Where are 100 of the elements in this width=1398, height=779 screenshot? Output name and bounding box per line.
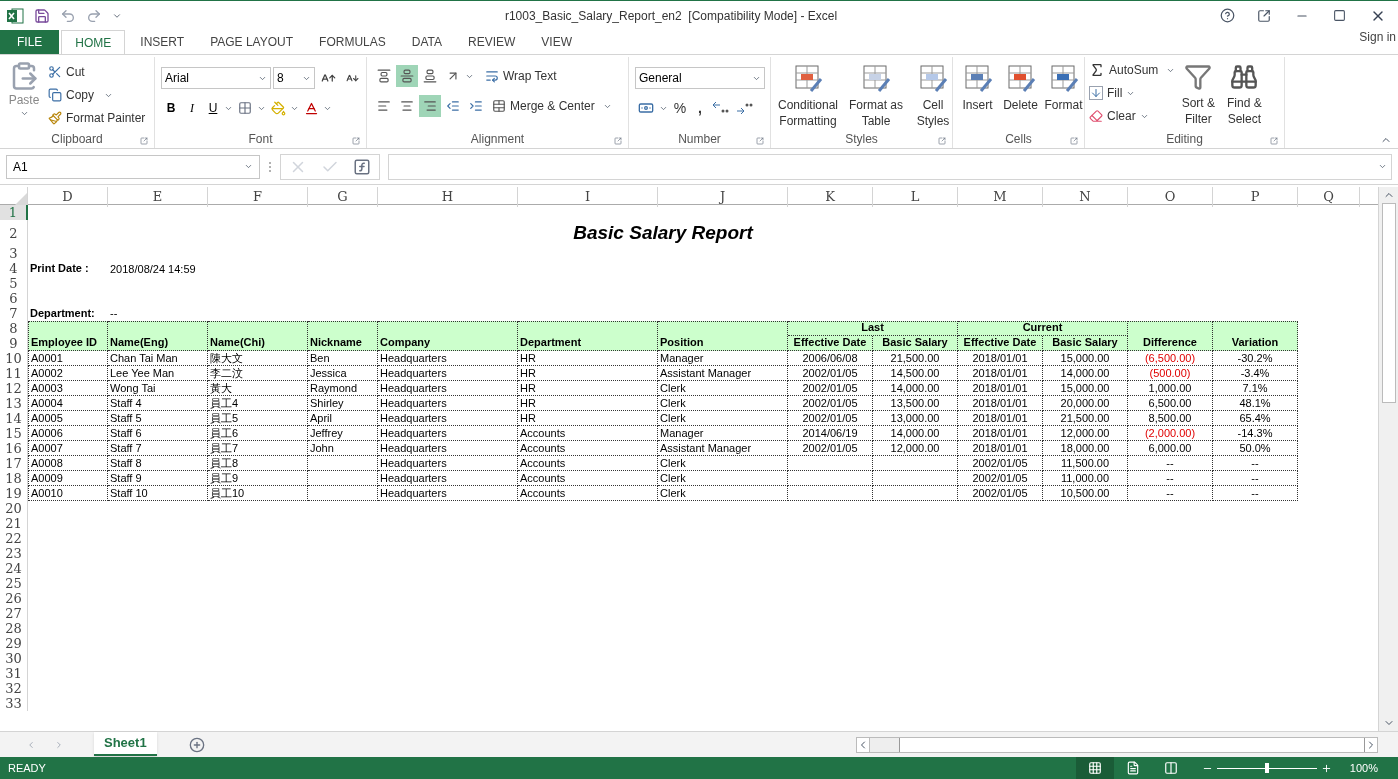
table-cell: Manager [658,426,788,441]
dialog-launcher-icon[interactable] [1070,137,1078,145]
fill-button[interactable]: Fill [1089,82,1176,104]
row-header[interactable]: 1 [0,205,28,220]
align-right-button[interactable] [419,95,441,117]
ribbon-tab[interactable]: HOME [61,30,126,54]
cut-button[interactable]: Cut [48,61,146,83]
sort-filter-button[interactable]: Sort & Filter [1175,57,1222,130]
increase-decimal-icon [712,101,730,115]
dialog-launcher-icon[interactable] [938,137,946,145]
cell-command-button[interactable]: Format [1043,57,1084,130]
ribbon-tab[interactable]: FORMULAS [306,30,399,54]
font-name-field[interactable]: Arial [161,67,271,89]
column-header[interactable]: E [108,187,208,207]
table-cell: Accounts [518,426,658,441]
copy-button[interactable]: Copy [48,84,146,106]
cells-icon [1005,63,1036,93]
table-cell: HR [518,411,658,426]
zoom-percent[interactable]: 100% [1349,759,1378,777]
clear-button[interactable]: Clear [1089,105,1176,127]
cell-command-button[interactable]: Delete [1000,57,1041,130]
merge-center-button[interactable]: Merge & Center [492,97,612,115]
dialog-launcher-icon[interactable] [1270,137,1278,145]
table-header-cell: Effective Date [958,336,1043,351]
horizontal-scrollbar[interactable] [856,736,1378,753]
column-header[interactable]: M [958,187,1043,207]
column-header[interactable]: P [1213,187,1298,207]
merge-cells-icon [492,99,506,113]
redo-icon[interactable] [86,7,102,24]
sigma-icon [1089,62,1105,78]
column-header[interactable]: N [1043,187,1128,207]
scroll-thumb[interactable] [1381,203,1396,403]
column-header[interactable]: K [788,187,873,207]
zoom-slider[interactable] [1216,763,1317,773]
table-cell: 15,000.00 [1043,381,1128,396]
column-header[interactable]: O [1128,187,1213,207]
style-command-button[interactable]: Format as Table [843,57,909,130]
drag-handle-icon[interactable] [268,160,272,173]
ribbon-display-icon[interactable] [1257,8,1271,23]
ribbon-tab[interactable]: REVIEW [455,30,529,54]
column-header[interactable]: G [308,187,378,207]
file-tab[interactable]: FILE [0,30,60,54]
table-cell: 12,000.00 [1043,426,1128,441]
cell-command-button[interactable]: Insert [957,57,998,130]
italic-button[interactable]: I [182,97,202,119]
table-cell: Staff 4 [108,396,208,411]
sheet-tab[interactable]: Sheet1 [94,731,157,756]
dialog-launcher-icon[interactable] [756,137,764,145]
column-header[interactable]: Q [1298,187,1360,207]
column-header[interactable]: F [208,187,308,207]
dialog-launcher-icon[interactable] [614,137,622,145]
percent-button[interactable]: % [670,97,690,119]
style-command-button[interactable]: Cell Styles [911,57,955,130]
bold-button[interactable]: B [161,97,181,119]
formula-input[interactable] [388,153,1392,180]
help-icon[interactable] [1220,8,1235,23]
caret-icon [1378,162,1387,171]
new-sheet-icon[interactable] [188,736,205,753]
name-box[interactable]: A1 [6,154,260,179]
underline-button[interactable]: U [203,97,223,119]
column-header[interactable]: J [658,187,788,207]
dialog-launcher-icon[interactable] [352,137,360,145]
ribbon-tab[interactable]: VIEW [528,30,585,54]
vertical-scrollbar[interactable] [1378,187,1398,731]
undo-icon[interactable] [60,7,76,24]
table-cell: 14,000.00 [873,426,958,441]
scroll-thumb[interactable] [899,737,1365,752]
maximize-icon[interactable] [1333,9,1346,22]
table-cell: 8,500.00 [1128,411,1213,426]
format-painter-button[interactable]: Format Painter [48,107,146,129]
save-icon[interactable] [34,7,50,24]
sign-in-link[interactable]: Sign in [1359,28,1396,46]
table-cell: 21,500.00 [1043,411,1128,426]
previous-sheet-icon[interactable] [26,739,36,750]
dialog-launcher-icon[interactable] [140,137,148,145]
comma-button[interactable]: , [692,97,708,119]
ribbon-tab[interactable]: DATA [398,30,455,54]
wrap-text-button[interactable]: Wrap Text [485,67,557,85]
font-size-field[interactable]: 8 [273,67,315,89]
column-header[interactable]: I [518,187,658,207]
next-sheet-icon[interactable] [54,739,64,750]
table-cell: 6,000.00 [1128,441,1213,456]
table-header-cell: Variation [1213,321,1298,351]
number-format-field[interactable]: General [635,67,765,89]
middle-align-button[interactable] [396,65,418,87]
column-header[interactable]: D [28,187,108,207]
excel-logo-icon[interactable] [6,6,24,25]
table-group-header: Current [958,321,1128,336]
ribbon-tab[interactable]: INSERT [127,30,198,54]
paste-button[interactable]: Paste [4,57,44,130]
zoom-in-icon[interactable] [1320,762,1332,774]
zoom-slider-thumb[interactable] [1264,763,1269,773]
insert-function-icon[interactable] [353,157,371,176]
find-select-button[interactable]: Find & Select [1221,57,1268,130]
normal-view-button[interactable] [1075,757,1114,779]
style-command-button[interactable]: Conditional Formatting [775,57,841,130]
column-header[interactable]: L [873,187,958,207]
column-header[interactable]: H [378,187,518,207]
ribbon-tab[interactable]: PAGE LAYOUT [197,30,307,54]
autosum-button[interactable]: AutoSum [1089,59,1176,81]
